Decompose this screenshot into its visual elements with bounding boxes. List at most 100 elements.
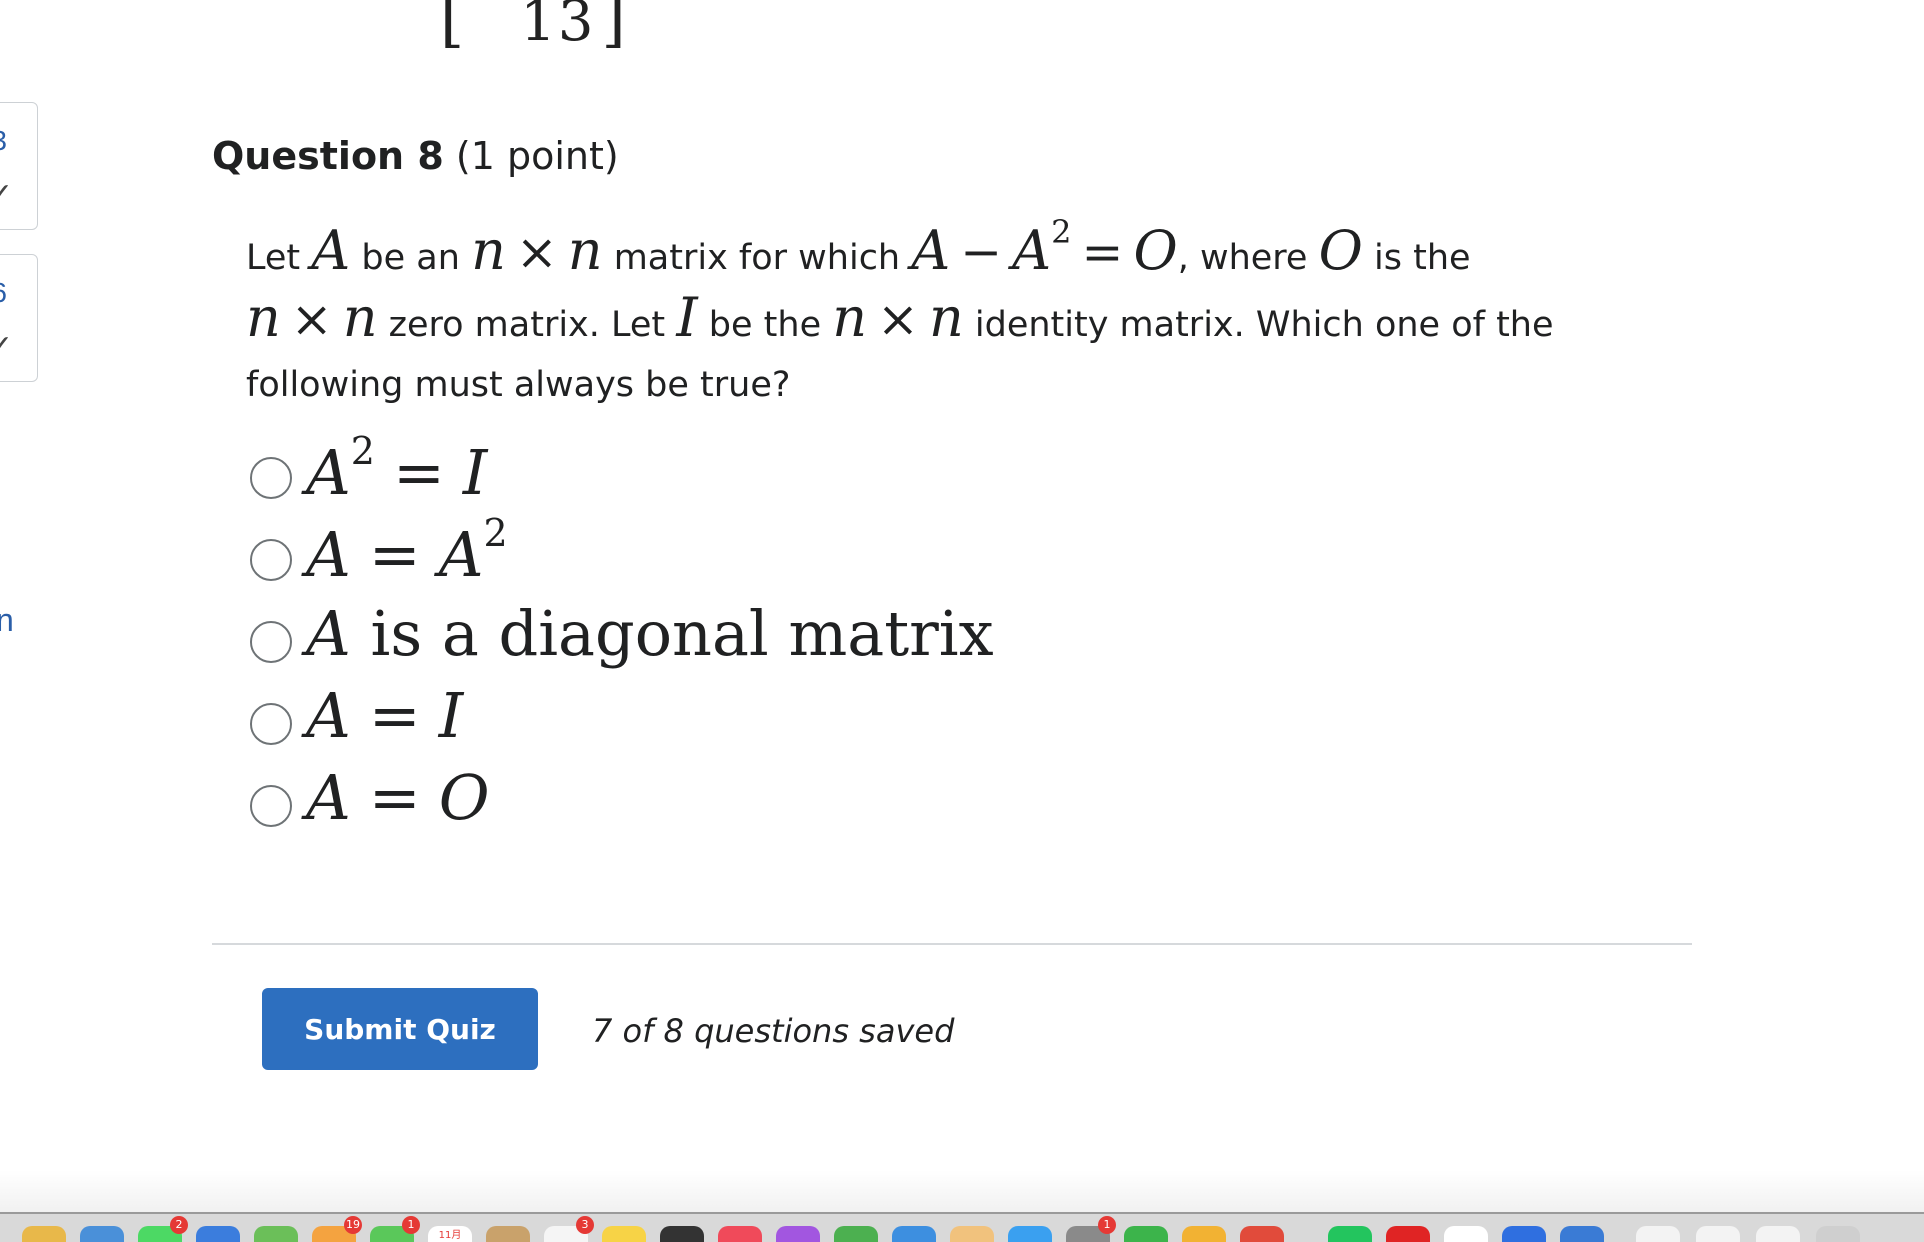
zoom-icon[interactable] [1502, 1226, 1546, 1242]
answer-option-2[interactable]: A = A2 [250, 510, 994, 592]
tv-icon[interactable] [660, 1226, 704, 1242]
math-var: I [438, 678, 464, 752]
answer-option-3[interactable]: A is a diagonal matrix [250, 592, 994, 674]
maps-icon[interactable] [254, 1226, 298, 1242]
math-op: = [368, 518, 421, 591]
math-var: A [911, 219, 951, 282]
text-span: Let [246, 238, 301, 278]
text-span: be an [361, 238, 460, 278]
math-superscript: 2 [1051, 213, 1072, 251]
notification-badge: 1 [1098, 1216, 1116, 1234]
notification-badge: 3 [576, 1216, 594, 1234]
math-var: A [306, 760, 351, 834]
calendar-icon[interactable]: 11月 [428, 1226, 472, 1242]
contacts-icon[interactable] [486, 1226, 530, 1242]
math-var: O [438, 760, 490, 834]
radio-button[interactable] [250, 457, 292, 499]
question-nav-card-6[interactable]: 6 ✓ [0, 254, 38, 382]
text-span: is the [1374, 238, 1471, 278]
math-op: × [290, 290, 333, 348]
trash-icon[interactable] [1816, 1226, 1860, 1242]
submit-quiz-button[interactable]: Submit Quiz [262, 988, 538, 1070]
math-var: n [928, 286, 964, 349]
matrix-left-bracket: [ [440, 0, 467, 55]
option-label: A = I [306, 679, 463, 752]
dock-shadow [0, 1170, 1924, 1212]
nav-link-fragment[interactable]: n [0, 602, 14, 639]
option-label: A2 = I [306, 429, 487, 509]
math-var: I [676, 286, 698, 349]
answer-option-5[interactable]: A = O [250, 756, 994, 838]
question-nav-number: 6 [0, 277, 7, 309]
radio-button[interactable] [250, 621, 292, 663]
mail-icon[interactable] [196, 1226, 240, 1242]
math-var: A [311, 219, 351, 282]
math-op: − [960, 223, 1003, 281]
math-var: O [1133, 219, 1178, 282]
podcasts-icon[interactable] [776, 1226, 820, 1242]
notes-icon[interactable] [602, 1226, 646, 1242]
math-var: O [1318, 219, 1363, 282]
question-points: (1 point) [455, 134, 619, 178]
text-span: identity matrix. Which one of the [974, 305, 1554, 345]
math-op: = [368, 678, 421, 752]
finder-icon[interactable] [22, 1226, 66, 1242]
question-nav-card-3[interactable]: 3 ✓ [0, 102, 38, 230]
app-icon[interactable] [1386, 1226, 1430, 1242]
safari-icon[interactable] [80, 1226, 124, 1242]
text-span: , where [1177, 238, 1308, 278]
math-var: A [1012, 219, 1052, 282]
math-var: n [342, 286, 378, 349]
math-op: × [515, 223, 558, 281]
text-span: matrix for which [613, 238, 901, 278]
option-text: is a diagonal matrix [370, 596, 994, 670]
radio-button[interactable] [250, 539, 292, 581]
matrix-right-bracket: ] [601, 0, 628, 55]
saved-status: 7 of 8 questions saved [592, 1012, 955, 1050]
answer-option-1[interactable]: A2 = I [250, 428, 994, 510]
browser-icon[interactable] [1240, 1226, 1284, 1242]
numbers-icon[interactable] [834, 1226, 878, 1242]
radio-button[interactable] [250, 703, 292, 745]
quiz-page: [13] 3 ✓ 6 ✓ n Question 8 (1 point) Let … [0, 0, 1924, 1242]
text-span: following must always be true? [246, 365, 791, 405]
math-var: n [567, 219, 603, 282]
math-var: A [306, 518, 351, 591]
math-var: n [471, 219, 506, 282]
matrix-value: 13 [520, 0, 596, 54]
recent-document-icon[interactable] [1636, 1226, 1680, 1242]
wechat-icon[interactable] [1328, 1226, 1372, 1242]
utility-app-icon[interactable] [1182, 1226, 1226, 1242]
option-label: A = O [306, 761, 490, 834]
notification-badge: 2 [170, 1216, 188, 1234]
chat-app-icon[interactable] [1124, 1226, 1168, 1242]
text-span: zero matrix. Let [388, 305, 666, 345]
math-op: = [1081, 223, 1124, 281]
option-label: A is a diagonal matrix [306, 597, 994, 670]
math-op: = [368, 760, 421, 834]
question-nav-number: 3 [0, 125, 7, 157]
math-var: n [246, 286, 281, 349]
math-op: × [877, 290, 919, 348]
pages-icon[interactable] [950, 1226, 994, 1242]
text-span: be the [708, 305, 822, 345]
recent-document-icon[interactable] [1756, 1226, 1800, 1242]
word-icon[interactable] [1560, 1226, 1604, 1242]
office-app-icon[interactable] [1444, 1226, 1488, 1242]
math-var: A [306, 678, 351, 752]
math-op: = [392, 436, 445, 509]
divider [212, 943, 1692, 945]
radio-button[interactable] [250, 785, 292, 827]
music-icon[interactable] [718, 1226, 762, 1242]
math-var: A [306, 436, 351, 509]
math-var: A [438, 518, 484, 591]
math-superscript: 2 [350, 429, 375, 473]
math-var: I [462, 436, 488, 509]
previous-question-matrix-fragment: [13] [440, 0, 628, 55]
notification-badge: 19 [344, 1216, 362, 1234]
keynote-icon[interactable] [892, 1226, 936, 1242]
app-store-icon[interactable] [1008, 1226, 1052, 1242]
answer-option-4[interactable]: A = I [250, 674, 994, 756]
recent-document-icon[interactable] [1696, 1226, 1740, 1242]
option-label: A = A2 [306, 511, 508, 591]
